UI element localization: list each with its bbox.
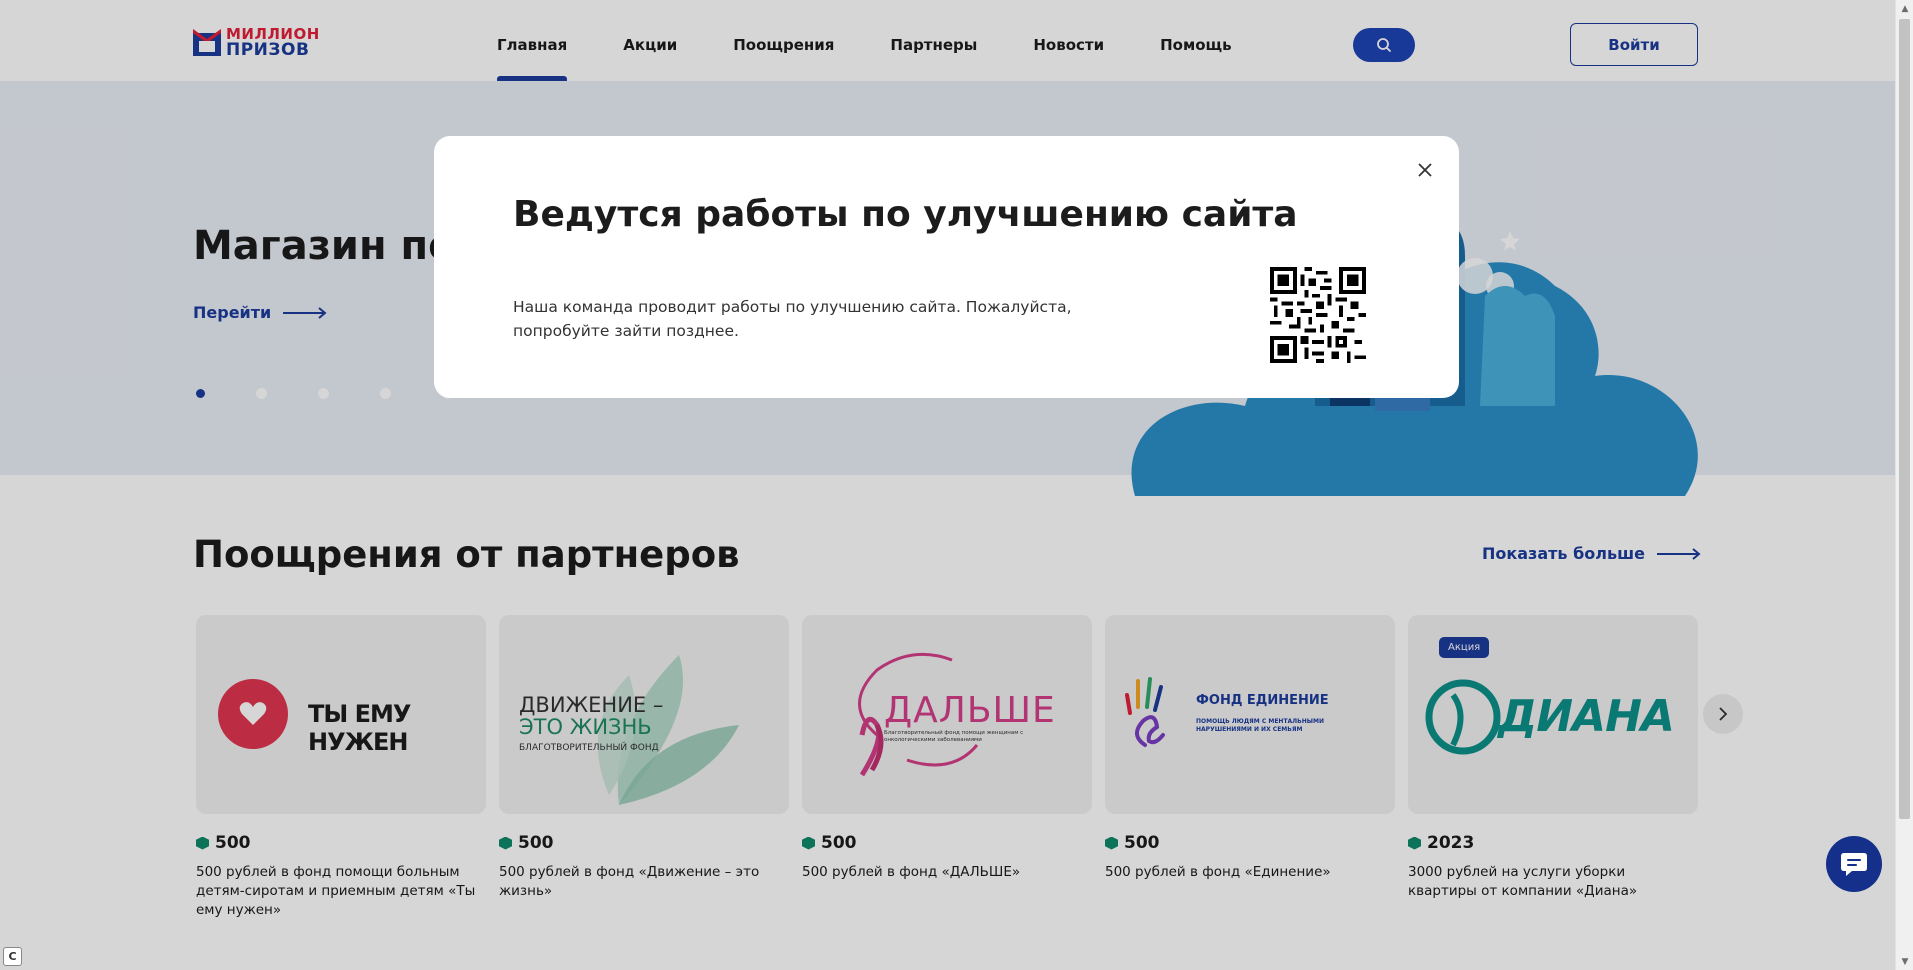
card-image: ДАЛЬШЕ Благотворительный фонд помощи жен…	[802, 615, 1092, 814]
show-more-link[interactable]: Показать больше	[1482, 544, 1701, 563]
card-value-text: 2023	[1427, 833, 1475, 853]
card-brand-line1: ДВИЖЕНИЕ –	[519, 693, 664, 717]
qr-code-icon	[1270, 267, 1366, 363]
cookie-icon[interactable]: C	[3, 947, 22, 966]
slider-dots	[196, 388, 453, 399]
main-nav: Главная Акции Поощрения Партнеры Новости…	[497, 0, 1232, 81]
close-icon	[1418, 163, 1432, 177]
card-image: ФОНД ЕДИНЕНИЕ ПОМОЩЬ ЛЮДЯМ С МЕНТАЛЬНЫМИ…	[1105, 615, 1395, 814]
card-value-text: 500	[518, 833, 554, 853]
login-button[interactable]: Войти	[1570, 23, 1698, 66]
show-more-label: Показать больше	[1482, 544, 1645, 563]
card-description: 500 рублей в фонд «ДАЛЬШЕ»	[802, 864, 1021, 880]
nav-promotions[interactable]: Акции	[623, 0, 677, 81]
card-brand-text: ТЫ ЕМУ НУЖЕН	[308, 700, 411, 756]
gem-icon	[802, 836, 815, 850]
logo-line2: ПРИЗОВ	[226, 40, 310, 60]
nav-help[interactable]: Помощь	[1160, 0, 1232, 81]
card-value-text: 500	[821, 833, 857, 853]
card-image: ДВИЖЕНИЕ – ЭТО ЖИЗНЬ БЛАГОТВОРИТЕЛЬНЫЙ Ф…	[499, 615, 789, 814]
card-image: ТЫ ЕМУ НУЖЕН	[196, 615, 486, 814]
card-value-text: 500	[1124, 833, 1160, 853]
slider-dot[interactable]	[256, 388, 267, 399]
card-description: 3000 рублей на услуги уборки квартиры от…	[1408, 864, 1638, 899]
card-brand-text: ДАЛЬШЕ	[884, 690, 1056, 731]
partner-card[interactable]: ДАЛЬШЕ Благотворительный фонд помощи жен…	[802, 615, 1092, 920]
logo[interactable]: МИЛЛИОН ПРИЗОВ	[192, 26, 320, 60]
card-description: 500 рублей в фонд «Движение – это жизнь»	[499, 864, 760, 899]
nav-home[interactable]: Главная	[497, 0, 568, 81]
slider-dot[interactable]	[196, 389, 205, 398]
vertical-scrollbar[interactable]: ▲ ▼	[1895, 0, 1913, 970]
scrollbar-thumb[interactable]	[1899, 19, 1910, 819]
hand-icon	[1125, 677, 1165, 747]
partner-card[interactable]: ТЫ ЕМУ НУЖЕН 500 500 рублей в фонд помощ…	[196, 615, 486, 920]
card-brand-text: ФОНД ЕДИНЕНИЕ	[1196, 693, 1329, 708]
gem-icon	[196, 836, 209, 850]
partner-card[interactable]: ФОНД ЕДИНЕНИЕ ПОМОЩЬ ЛЮДЯМ С МЕНТАЛЬНЫМИ…	[1105, 615, 1395, 920]
gem-icon	[1105, 836, 1118, 850]
card-value: 2023	[1408, 833, 1698, 853]
card-image: Акция ДИАНА	[1408, 615, 1698, 814]
card-brand-sub: БЛАГОТВОРИТЕЛЬНЫЙ ФОНД	[519, 743, 659, 753]
scroll-up-arrow-icon[interactable]: ▲	[1896, 0, 1913, 17]
card-description: 500 рублей в фонд «Единение»	[1105, 864, 1331, 880]
search-icon	[1377, 38, 1391, 52]
card-value: 500	[802, 833, 1092, 853]
partners-section-title: Поощрения от партнеров	[193, 533, 740, 576]
card-brand-sub: ПОМОЩЬ ЛЮДЯМ С МЕНТАЛЬНЫМИ НАРУШЕНИЯМИ И…	[1196, 718, 1324, 733]
scroll-down-arrow-icon[interactable]: ▼	[1896, 953, 1913, 970]
hero-go-link[interactable]: Перейти	[193, 303, 327, 322]
maintenance-modal: Ведутся работы по улучшению сайта Наша к…	[434, 136, 1459, 398]
hero-title: Магазин по	[193, 223, 456, 269]
arrow-right-icon	[283, 306, 327, 319]
gem-icon	[1408, 836, 1421, 850]
card-brand-line2: ЭТО ЖИЗНЬ	[519, 715, 652, 739]
partner-cards: ТЫ ЕМУ НУЖЕН 500 500 рублей в фонд помощ…	[196, 615, 1698, 920]
arrow-right-icon	[1656, 547, 1701, 560]
slider-dot[interactable]	[318, 388, 329, 399]
modal-title: Ведутся работы по улучшению сайта	[513, 194, 1298, 235]
logo-text: МИЛЛИОН ПРИЗОВ	[226, 26, 320, 60]
card-value: 500	[1105, 833, 1395, 853]
nav-news[interactable]: Новости	[1033, 0, 1104, 81]
partner-card[interactable]: ДВИЖЕНИЕ – ЭТО ЖИЗНЬ БЛАГОТВОРИТЕЛЬНЫЙ Ф…	[499, 615, 789, 920]
promo-badge: Акция	[1439, 637, 1490, 658]
partner-card[interactable]: Акция ДИАНА 2023 3000 рублей на услуги у…	[1408, 615, 1698, 920]
card-brand-sub: Благотворительный фонд помощи женщинам с…	[884, 730, 1024, 743]
modal-text: Наша команда проводит работы по улучшени…	[513, 298, 1072, 340]
logo-mark-icon	[192, 27, 222, 57]
site-header: МИЛЛИОН ПРИЗОВ Главная Акции Поощрения П…	[0, 0, 1895, 81]
carousel-next-button[interactable]	[1703, 694, 1743, 734]
slider-dot[interactable]	[380, 388, 391, 399]
chat-icon	[1841, 853, 1867, 876]
card-brand-text: ДИАНА	[1498, 691, 1675, 742]
hero-go-label: Перейти	[193, 303, 272, 322]
card-value: 500	[196, 833, 486, 853]
chevron-right-icon	[1719, 707, 1728, 721]
close-button[interactable]	[1413, 158, 1437, 182]
card-value: 500	[499, 833, 789, 853]
gem-icon	[499, 836, 512, 850]
nav-partners[interactable]: Партнеры	[890, 0, 977, 81]
search-button[interactable]	[1353, 28, 1415, 62]
chat-button[interactable]	[1826, 836, 1882, 892]
card-value-text: 500	[215, 833, 251, 853]
card-description: 500 рублей в фонд помощи больным детям-с…	[196, 864, 476, 918]
nav-rewards[interactable]: Поощрения	[733, 0, 834, 81]
